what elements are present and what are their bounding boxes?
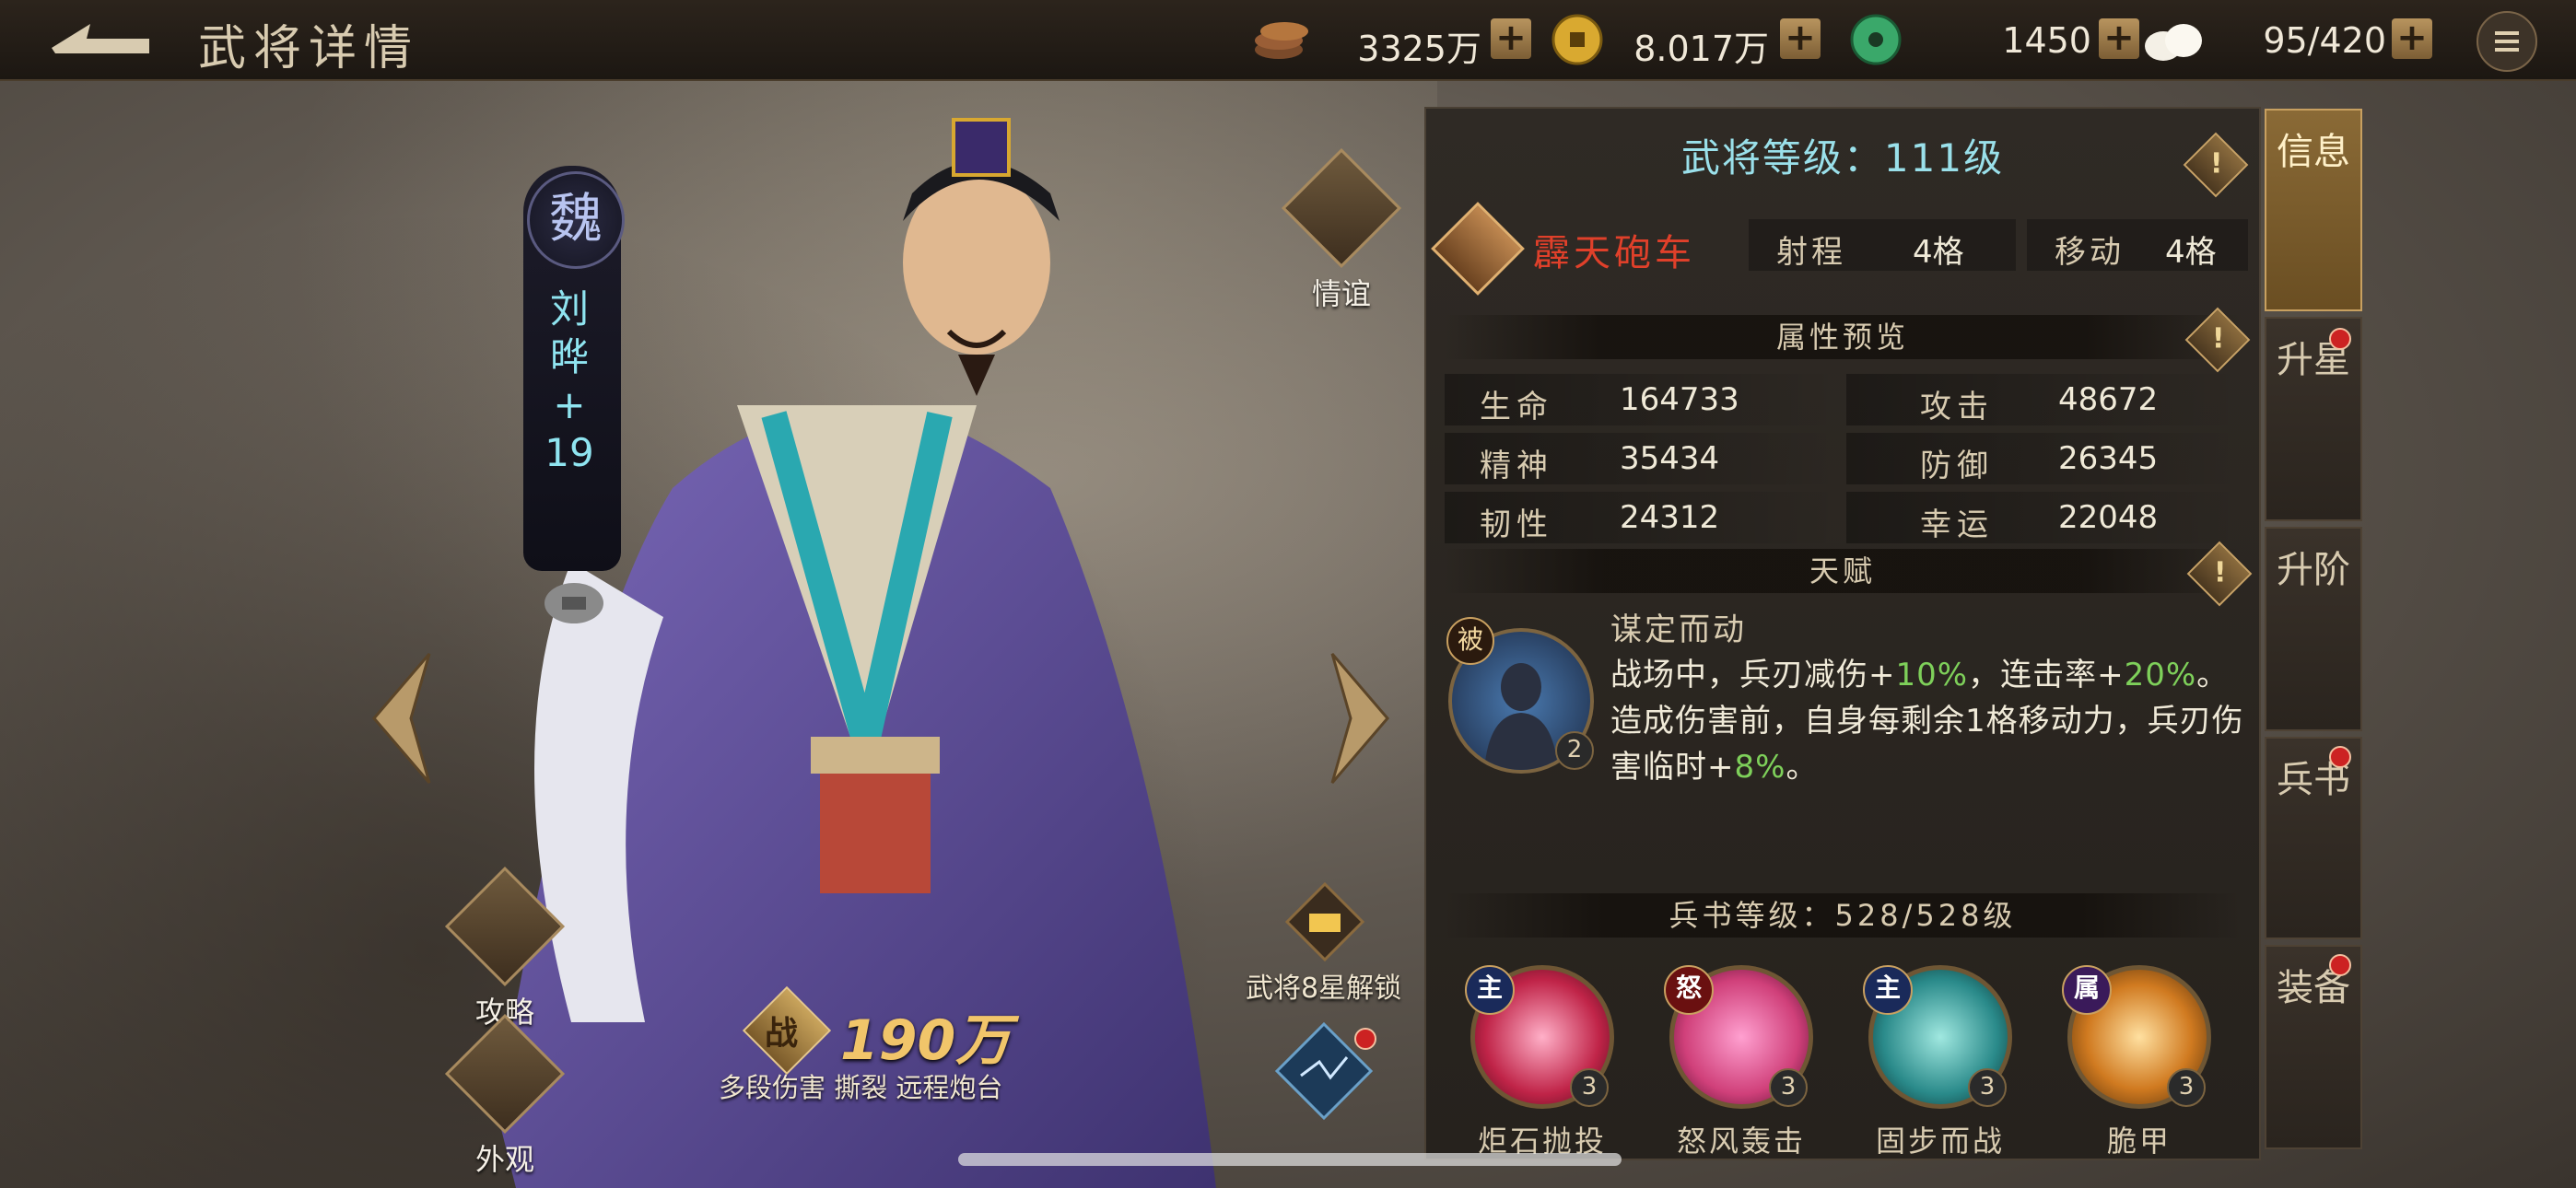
add-gold-button[interactable]: + — [1780, 18, 1821, 59]
stat-defense: 防御 26345 — [1846, 433, 2242, 484]
add-copper-button[interactable]: + — [1491, 18, 1531, 59]
star-unlock-icon[interactable] — [1285, 882, 1364, 961]
kingdom-seal: 魏 — [527, 171, 625, 269]
stat-attack: 攻击 48672 — [1846, 374, 2242, 425]
notification-dot — [2329, 954, 2351, 976]
add-jade-button[interactable]: + — [2099, 18, 2139, 59]
previous-hero-arrow-icon[interactable] — [365, 645, 439, 792]
catapult-unit-icon — [1431, 202, 1525, 296]
strategy-button[interactable]: 攻略 — [444, 866, 566, 1030]
gold-resource: 8.017万 + — [1548, 13, 1852, 69]
notification-dot — [2329, 746, 2351, 768]
top-bar: 武将详情 3325万 + 8.017万 + 1450 + 95/420 + — [0, 0, 2576, 81]
skill-slot[interactable]: 主 3 炬石抛投 — [1459, 965, 1625, 1159]
combat-power: 战 190万 — [742, 985, 1087, 1076]
page-title: 武将详情 — [198, 21, 420, 76]
star-unlock-label: 武将8星解锁 — [1246, 973, 1402, 1005]
talent-description: 战场中，兵刃减伤+10%，连击率+20%。造成伤害前，自身每剩余1格移动力，兵刃… — [1610, 657, 2244, 786]
talent-header: 天赋 — [1445, 549, 2241, 593]
talent-name: 谋定而动 — [1610, 611, 1747, 648]
unit-name: 霹天砲车 — [1533, 232, 1695, 274]
notification-dot — [2329, 328, 2351, 350]
menu-button[interactable] — [2476, 11, 2537, 72]
detail-panel: 武将等级：111级 ! 霹天砲车 射程 4格 移动 4格 属性预览 ! 生命 16… — [1424, 107, 2261, 1160]
tab-advance[interactable]: 升阶 — [2265, 527, 2362, 731]
appearance-button[interactable]: 外观 — [444, 1013, 566, 1177]
tab-equipment[interactable]: 装备 — [2265, 945, 2362, 1149]
friendship-button[interactable]: 情谊 — [1281, 147, 1402, 311]
stat-spirit: 精神 35434 — [1445, 433, 1841, 484]
talent-level: 2 — [1555, 731, 1594, 770]
food-resource: 95/420 + — [2141, 13, 2445, 66]
tab-war-book[interactable]: 兵书 — [2265, 737, 2362, 939]
home-indicator[interactable] — [958, 1153, 1622, 1166]
hero-level: 武将等级：111级 — [1680, 135, 2005, 181]
stat-hp: 生命 164733 — [1445, 374, 1841, 425]
attribute-header: 属性预览 — [1445, 315, 2241, 359]
armor-icon — [444, 1013, 566, 1135]
back-button[interactable] — [46, 17, 157, 63]
unit-row: 霹天砲车 射程 4格 移动 4格 — [1431, 202, 2248, 296]
jade-resource: 1450 + — [1846, 13, 2150, 66]
book-level-header: 兵书等级：528/528级 — [1445, 893, 2241, 938]
jade-icon — [1850, 14, 1902, 65]
power-value: 190万 — [840, 1008, 1012, 1073]
tab-star-up[interactable]: 升星 — [2265, 317, 2362, 521]
hero-plus-level: +19 — [544, 382, 594, 475]
gold-coin-icon — [1551, 14, 1603, 65]
skill-slot[interactable]: 主 3 固步而战 — [1857, 965, 2023, 1159]
add-food-button[interactable]: + — [2392, 18, 2432, 59]
back-arrow-icon — [52, 24, 149, 53]
stat-luck: 幸运 22048 — [1846, 492, 2242, 543]
scroll-icon — [444, 866, 566, 987]
hero-tags: 多段伤害 撕裂 远程炮台 — [719, 1072, 1003, 1103]
move-chip: 移动 4格 — [2027, 219, 2248, 271]
handshake-icon — [1281, 147, 1402, 269]
hero-name: 刘晔 +19 — [542, 285, 597, 477]
passive-badge: 被 — [1446, 617, 1494, 665]
stat-toughness: 韧性 24312 — [1445, 492, 1841, 543]
copper-coins-icon — [1255, 22, 1308, 59]
lock-toggle-icon[interactable] — [542, 580, 606, 626]
range-chip: 射程 4格 — [1749, 219, 2016, 271]
next-hero-arrow-icon[interactable] — [1323, 645, 1397, 792]
mantou-food-icon — [2145, 24, 2202, 61]
tab-info[interactable]: 信息 — [2265, 109, 2362, 311]
copper-resource: 3325万 + — [1251, 13, 1555, 69]
skill-slot[interactable]: 属 3 脆甲 — [2056, 965, 2222, 1159]
list-menu-icon — [2495, 31, 2519, 52]
skill-slot[interactable]: 怒 3 怒风轰击 — [1658, 965, 1824, 1159]
notification-dot — [1354, 1028, 1376, 1050]
